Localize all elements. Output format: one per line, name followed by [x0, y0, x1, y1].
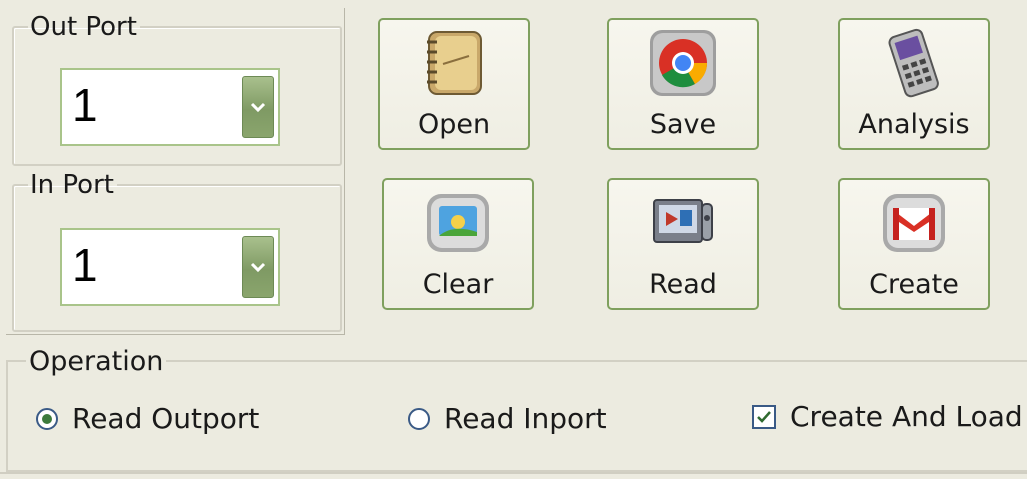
save-button[interactable]: Save	[607, 18, 759, 150]
radio-unselected-icon[interactable]	[408, 407, 430, 430]
picture-icon	[427, 194, 489, 252]
radio-read-inport[interactable]: Read Inport	[408, 402, 607, 435]
in-port-group: In Port 1	[12, 172, 342, 332]
chrome-icon	[650, 30, 716, 96]
chevron-down-icon[interactable]	[242, 76, 274, 138]
checkmark-icon[interactable]	[752, 404, 776, 429]
radio-selected-icon[interactable]	[36, 407, 58, 430]
out-port-select[interactable]: 1	[60, 68, 280, 146]
in-port-legend: In Port	[30, 170, 114, 200]
out-port-group: Out Port 1	[12, 14, 342, 166]
create-button[interactable]: Create	[838, 178, 990, 310]
media-player-icon	[653, 199, 713, 243]
create-label: Create	[869, 269, 959, 300]
port-panel: Out Port 1 In Port 1	[6, 8, 345, 335]
open-button[interactable]: Open	[378, 18, 530, 150]
chevron-down-icon[interactable]	[242, 236, 274, 298]
notebook-icon	[427, 31, 482, 95]
gmail-icon	[883, 194, 945, 252]
out-port-legend: Out Port	[30, 12, 137, 42]
clear-button[interactable]: Clear	[382, 178, 534, 310]
open-label: Open	[417, 109, 491, 140]
save-label: Save	[649, 109, 717, 140]
create-and-load-checkbox[interactable]: Create And Load	[752, 400, 1023, 433]
in-port-select[interactable]: 1	[60, 228, 280, 306]
bottom-divider	[0, 472, 1027, 474]
radio-read-inport-label: Read Inport	[444, 402, 607, 435]
analysis-button[interactable]: Analysis	[838, 18, 990, 150]
read-button[interactable]: Read	[607, 178, 759, 310]
read-label: Read	[649, 269, 717, 300]
in-port-value: 1	[72, 239, 98, 291]
clear-label: Clear	[422, 269, 494, 300]
handheld-device-icon	[888, 28, 939, 98]
operation-legend: Operation	[26, 346, 167, 377]
create-and-load-label: Create And Load	[790, 400, 1023, 433]
analysis-label: Analysis	[858, 109, 970, 140]
radio-read-outport[interactable]: Read Outport	[36, 402, 259, 435]
radio-read-outport-label: Read Outport	[72, 402, 260, 435]
out-port-value: 1	[72, 79, 98, 131]
